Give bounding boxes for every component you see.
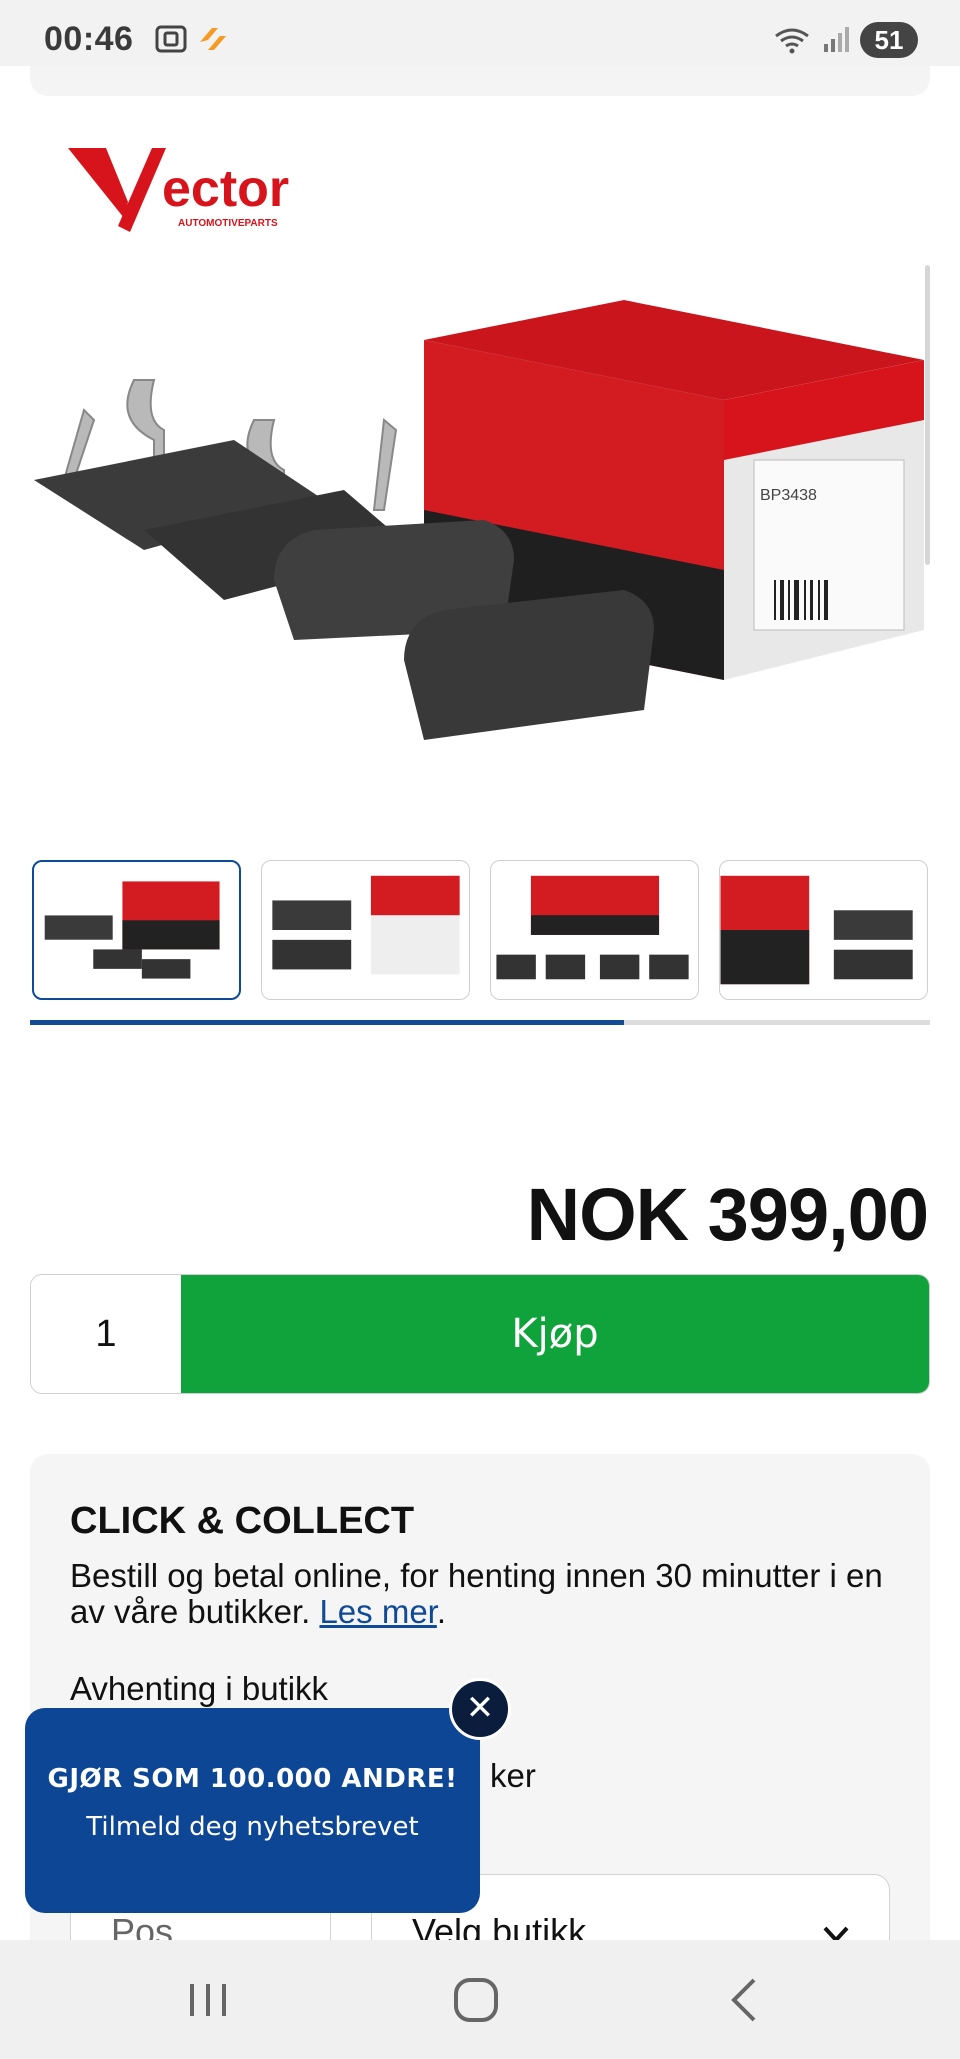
read-more-link[interactable]: Les mer xyxy=(319,1593,436,1630)
gallery-progress-bar xyxy=(30,1020,930,1025)
signal-icon xyxy=(824,27,849,52)
thumbnail-2[interactable] xyxy=(261,860,470,1000)
close-icon[interactable]: ✕ xyxy=(449,1678,511,1740)
read-more-suffix: . xyxy=(436,1593,447,1630)
svg-text:ector: ector xyxy=(162,160,289,218)
status-time: 00:46 xyxy=(44,20,134,58)
flash-app-icon xyxy=(200,28,226,50)
click-collect-title: CLICK & COLLECT xyxy=(70,1500,415,1542)
newsletter-popup[interactable]: GJØR SOM 100.000 ANDRE! Tilmeld deg nyhe… xyxy=(25,1708,480,1913)
click-collect-description: Bestill og betal online, for henting inn… xyxy=(70,1558,900,1630)
thumbnail-strip xyxy=(32,860,928,1000)
newsletter-subtitle: Tilmeld deg nyhetsbrevet xyxy=(86,1812,419,1842)
wifi-icon xyxy=(775,28,809,54)
back-icon[interactable] xyxy=(716,1970,776,2030)
thumbnail-3[interactable] xyxy=(490,860,699,1000)
partial-option-text[interactable]: ker xyxy=(490,1757,536,1795)
buy-button[interactable]: Kjøp xyxy=(181,1275,929,1393)
thumbnail-4[interactable] xyxy=(719,860,928,1000)
pickup-option[interactable]: Avhenting i butikk xyxy=(70,1670,328,1708)
newsletter-title: GJØR SOM 100.000 ANDRE! xyxy=(47,1764,458,1794)
svg-text:AUTOMOTIVEPARTS: AUTOMOTIVEPARTS xyxy=(178,218,278,229)
image-scroll-indicator[interactable] xyxy=(925,265,930,565)
battery-indicator: 51 xyxy=(860,22,918,58)
thumbnail-1[interactable] xyxy=(32,860,241,1000)
recent-apps-icon[interactable] xyxy=(178,1970,238,2030)
click-collect-text: Bestill og betal online, for henting inn… xyxy=(70,1557,883,1630)
previous-card-edge xyxy=(30,66,930,96)
product-price: NOK 399,00 xyxy=(526,1173,929,1256)
status-bar: 00:46 51 xyxy=(0,0,960,66)
screenshot-icon xyxy=(155,25,187,53)
home-icon[interactable] xyxy=(446,1970,506,2030)
box-code-label: BP3438 xyxy=(760,487,817,504)
buy-row: Kjøp xyxy=(30,1274,930,1394)
navigation-bar xyxy=(0,1940,960,2059)
quantity-input[interactable] xyxy=(31,1275,181,1393)
main-product-image[interactable]: BP3438 xyxy=(24,280,934,820)
vector-logo: ector AUTOMOTIVEPARTS xyxy=(68,148,289,232)
gallery-progress-fill xyxy=(30,1020,624,1025)
